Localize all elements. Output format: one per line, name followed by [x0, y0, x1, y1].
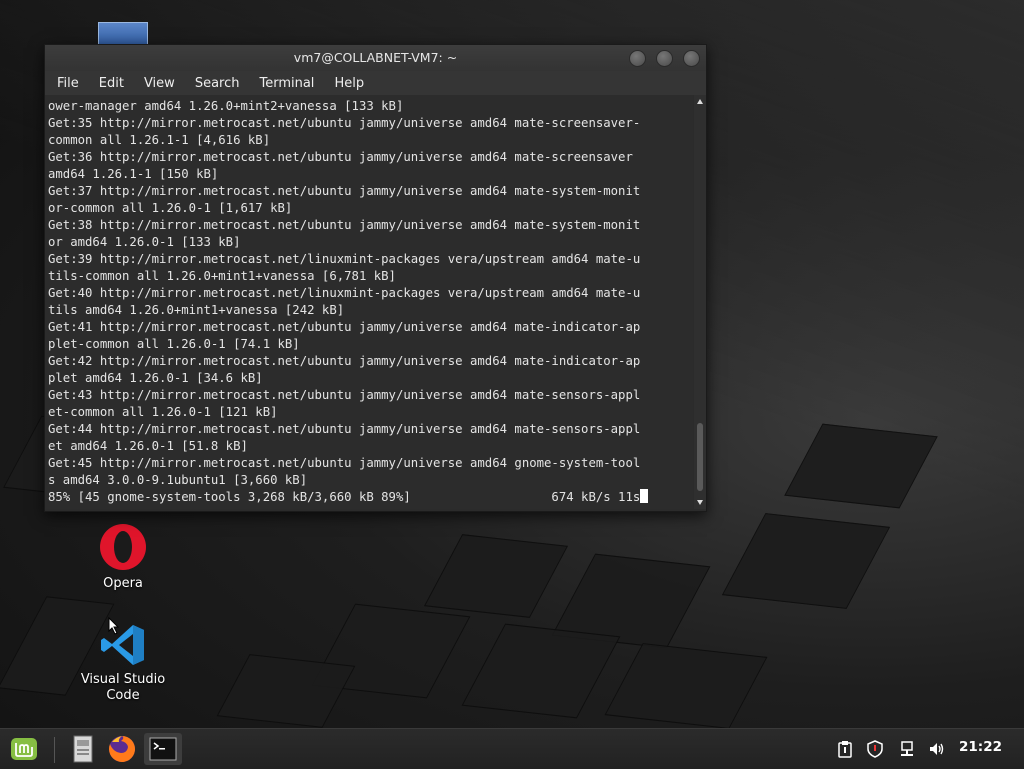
window-title: vm7@COLLABNET-VM7: ~	[293, 50, 458, 65]
terminal-line: common all 1.26.1-1 [4,616 kB]	[48, 133, 271, 147]
terminal-line: Get:44 http://mirror.metrocast.net/ubunt…	[48, 422, 641, 436]
terminal-line: Get:37 http://mirror.metrocast.net/ubunt…	[48, 184, 641, 198]
window-titlebar[interactable]: vm7@COLLABNET-VM7: ~	[45, 45, 706, 71]
terminal-line: Get:45 http://mirror.metrocast.net/ubunt…	[48, 456, 641, 470]
terminal-line: tils-common all 1.26.0+mint1+vanessa [6,…	[48, 269, 396, 283]
menu-help[interactable]: Help	[326, 76, 372, 91]
mouse-pointer-icon	[108, 617, 120, 635]
terminal-line: Get:42 http://mirror.metrocast.net/ubunt…	[48, 354, 641, 368]
file-manager-button[interactable]	[66, 733, 100, 765]
menu-search[interactable]: Search	[187, 76, 248, 91]
terminal-line: Get:43 http://mirror.metrocast.net/ubunt…	[48, 388, 641, 402]
scroll-up-icon[interactable]	[697, 99, 703, 104]
terminal-line: plet-common all 1.26.0-1 [74.1 kB]	[48, 337, 300, 351]
terminal-output[interactable]: ower-manager amd64 1.26.0+mint2+vanessa …	[45, 95, 693, 509]
terminal-icon	[149, 737, 177, 761]
vscode-icon	[101, 625, 144, 665]
terminal-line: ower-manager amd64 1.26.0+mint2+vanessa …	[48, 99, 404, 113]
shield-icon[interactable]	[866, 740, 884, 758]
taskbar-clock[interactable]: 21:22	[959, 739, 1002, 755]
terminal-line: Get:35 http://mirror.metrocast.net/ubunt…	[48, 116, 641, 130]
file-manager-icon	[73, 735, 93, 763]
menu-file[interactable]: File	[49, 76, 87, 91]
scroll-thumb[interactable]	[697, 423, 703, 491]
terminal-line: Get:36 http://mirror.metrocast.net/ubunt…	[48, 150, 633, 164]
firefox-button[interactable]	[104, 733, 140, 765]
terminal-taskbar-button[interactable]	[144, 733, 182, 765]
scroll-down-icon[interactable]	[697, 500, 703, 505]
network-icon[interactable]	[898, 740, 916, 758]
menu-edit[interactable]: Edit	[91, 76, 132, 91]
desktop-icon-opera[interactable]: Opera	[73, 522, 173, 592]
terminal-line: amd64 1.26.1-1 [150 kB]	[48, 167, 219, 181]
terminal-line: plet amd64 1.26.0-1 [34.6 kB]	[48, 371, 263, 385]
terminal-text: ower-manager amd64 1.26.0+mint2+vanessa …	[45, 95, 693, 506]
vscode-label: Visual Studio Code	[80, 672, 166, 703]
clipboard-icon[interactable]	[836, 740, 854, 758]
taskbar: 21:22	[0, 728, 1024, 769]
terminal-line: Get:38 http://mirror.metrocast.net/ubunt…	[48, 218, 641, 232]
opera-icon	[100, 524, 146, 570]
terminal-line: et-common all 1.26.0-1 [121 kB]	[48, 405, 278, 419]
taskbar-separator	[54, 737, 55, 763]
terminal-cursor	[640, 489, 649, 503]
terminal-line: s amd64 3.0.0-9.1ubuntu1 [3,660 kB]	[48, 473, 308, 487]
terminal-line: Get:41 http://mirror.metrocast.net/ubunt…	[48, 320, 641, 334]
menu-view[interactable]: View	[136, 76, 183, 91]
firefox-icon	[109, 736, 135, 762]
volume-icon[interactable]	[928, 740, 946, 758]
mint-menu-icon	[11, 738, 37, 760]
terminal-progress-line: 85% [45 gnome-system-tools 3,268 kB/3,66…	[48, 490, 641, 504]
mint-menu-button[interactable]	[6, 733, 42, 765]
menu-terminal[interactable]: Terminal	[251, 76, 322, 91]
terminal-window[interactable]: vm7@COLLABNET-VM7: ~ File Edit View Sear…	[44, 44, 707, 512]
terminal-line: Get:40 http://mirror.metrocast.net/linux…	[48, 286, 641, 300]
terminal-line: tils amd64 1.26.0+mint1+vanessa [242 kB]	[48, 303, 345, 317]
terminal-line: or-common all 1.26.0-1 [1,617 kB]	[48, 201, 293, 215]
terminal-line: Get:39 http://mirror.metrocast.net/linux…	[48, 252, 641, 266]
minimize-button[interactable]	[629, 50, 646, 67]
opera-label: Opera	[103, 576, 143, 591]
desktop-icon-vscode[interactable]: Visual Studio Code	[73, 622, 173, 704]
maximize-button[interactable]	[656, 50, 673, 67]
close-button[interactable]	[683, 50, 700, 67]
menu-bar: File Edit View Search Terminal Help	[45, 71, 706, 95]
terminal-line: et amd64 1.26.0-1 [51.8 kB]	[48, 439, 248, 453]
terminal-line: or amd64 1.26.0-1 [133 kB]	[48, 235, 241, 249]
terminal-scrollbar[interactable]	[694, 95, 706, 509]
